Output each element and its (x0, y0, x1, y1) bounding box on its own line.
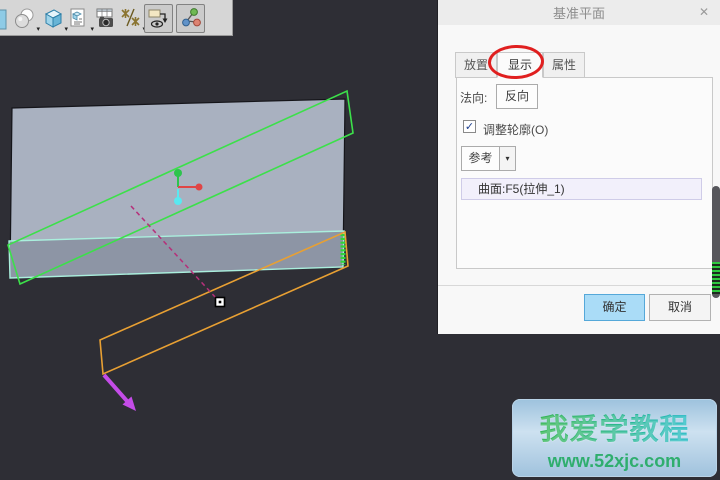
dialog-titlebar: 基准平面 ✕ (438, 0, 720, 25)
spin-center-icon (178, 6, 203, 31)
reference-dropdown-button[interactable]: 参考 (461, 146, 500, 171)
watermark-title: 我爱学教程 (512, 406, 717, 448)
view-page-icon (67, 6, 91, 30)
triad-red-dot[interactable] (196, 184, 203, 191)
flip-button[interactable]: 反向 (496, 84, 538, 109)
tab-properties[interactable]: 属性 (543, 52, 585, 78)
normal-label: 法向: (460, 89, 487, 106)
triad-cyan-dot[interactable] (174, 197, 182, 205)
watermark-url: www.52xjc.com (512, 451, 717, 472)
dialog-separator (438, 285, 720, 286)
normal-flip-arrow[interactable] (104, 375, 136, 411)
adjust-outline-checkbox[interactable]: ✓ (463, 120, 476, 133)
close-icon[interactable]: ✕ (697, 5, 711, 19)
datum-asterisk-icon (119, 6, 143, 30)
datum-plane-dialog: 基准平面 ✕ 放置 显示 属性 法向: 反向 ✓ 调整轮廓(O) 参考 ▾ 曲面… (437, 0, 720, 334)
watermark-badge: 我爱学教程 www.52xjc.com (512, 399, 717, 477)
drag-handle-square[interactable] (216, 298, 225, 307)
saved-views-button[interactable] (92, 5, 118, 32)
cancel-button[interactable]: 取消 (649, 294, 711, 321)
camera-table-icon (93, 6, 117, 30)
chevron-down-icon[interactable]: ▾ (499, 146, 516, 171)
dialog-title: 基准平面 (553, 3, 605, 22)
annotation-display-button[interactable] (144, 4, 173, 33)
reference-list-item[interactable]: 曲面:F5(拉伸_1) (461, 178, 702, 200)
annotation-eye-icon (146, 6, 171, 31)
ok-button[interactable]: 确定 (584, 294, 645, 321)
spheres-icon (13, 6, 37, 30)
adjust-outline-label: 调整轮廓(O) (483, 121, 548, 138)
display-tab-groupbox (456, 77, 713, 269)
shaded-cube-icon (41, 6, 65, 30)
spin-center-button[interactable] (176, 4, 205, 33)
display-style-button[interactable]: ▾ (40, 5, 66, 32)
graphics-toolbar: ▾ ▾ ▾ (0, 0, 233, 36)
render-style-button[interactable]: ▾ (12, 5, 38, 32)
triad-green-dot[interactable] (174, 169, 182, 177)
view-manager-button[interactable]: ▾ (66, 5, 92, 32)
edge-highlight-hatch (712, 262, 720, 294)
datum-display-filters-button[interactable]: ▾ (118, 5, 144, 32)
